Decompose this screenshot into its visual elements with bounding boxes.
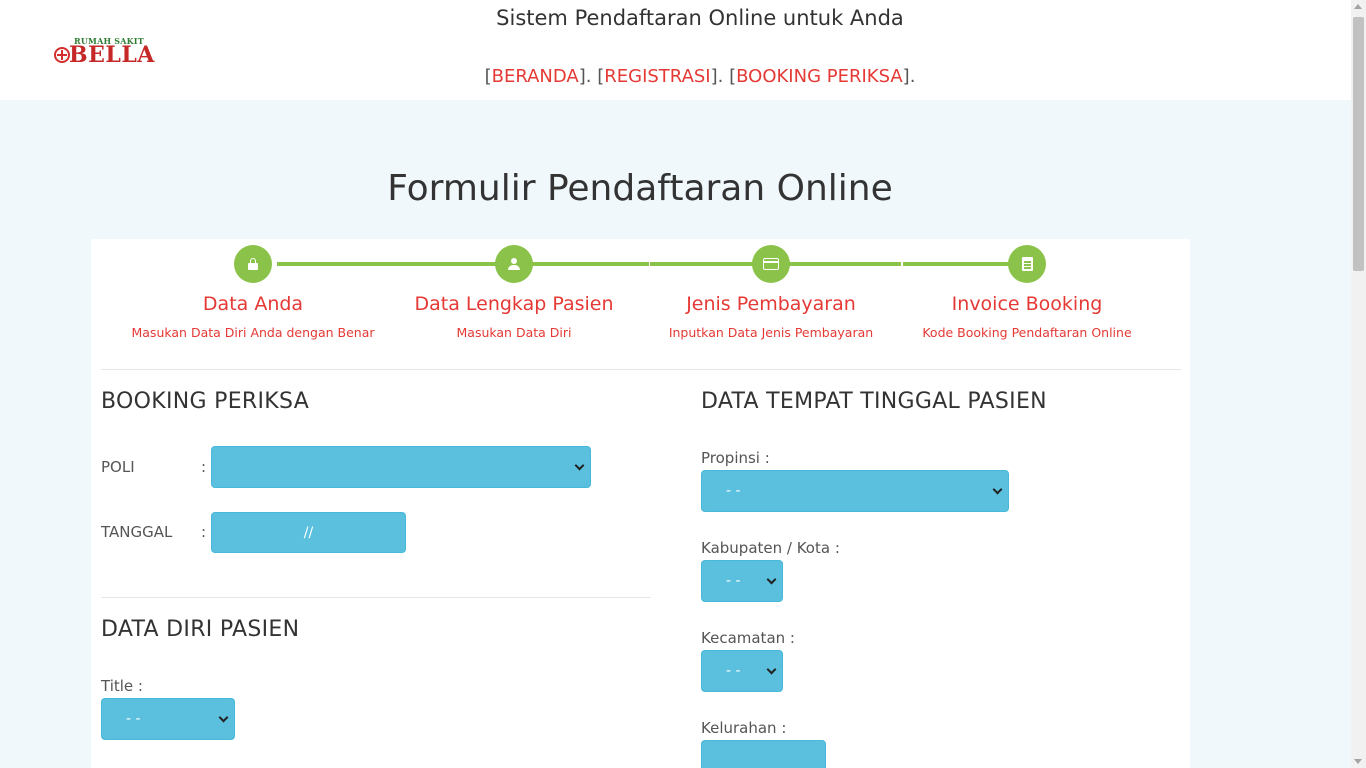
step-3-circle: [752, 245, 790, 283]
step-1-title: Data Anda: [202, 293, 304, 315]
step-2-subtitle: Masukan Data Diri: [456, 325, 572, 340]
step-data-anda[interactable]: Data Anda Masukan Data Diri Anda dengan …: [128, 245, 378, 340]
form-card: Data Anda Masukan Data Diri Anda dengan …: [91, 239, 1190, 768]
kecamatan-label: Kecamatan :: [701, 629, 795, 647]
document-icon: [1021, 257, 1033, 271]
step-2-title: Data Lengkap Pasien: [414, 293, 614, 315]
step-4-circle: [1008, 245, 1046, 283]
tanggal-date-input[interactable]: //: [211, 512, 406, 553]
title-label: Title :: [101, 677, 143, 695]
step-jenis-pembayaran[interactable]: Jenis Pembayaran Inputkan Data Jenis Pem…: [646, 245, 896, 340]
propinsi-label: Propinsi :: [701, 449, 770, 467]
title-select[interactable]: - -: [101, 698, 235, 740]
logo-big-text: BELLA: [69, 42, 155, 68]
scrollbar-thumb[interactable]: [1353, 17, 1364, 271]
site-title: Sistem Pendaftaran Online untuk Anda: [496, 6, 904, 30]
booking-divider: [101, 597, 651, 598]
scroll-down-arrow-icon[interactable]: [1354, 759, 1362, 764]
booking-periksa-title: BOOKING PERIKSA: [101, 389, 310, 414]
step-invoice-booking[interactable]: Invoice Booking Kode Booking Pendaftaran…: [902, 245, 1152, 340]
step-3-subtitle: Inputkan Data Jenis Pembayaran: [668, 325, 874, 340]
lock-icon: [248, 258, 258, 270]
nav-link-beranda[interactable]: BERANDA: [492, 66, 579, 87]
step-data-lengkap-pasien[interactable]: Data Lengkap Pasien Masukan Data Diri: [389, 245, 639, 340]
data-diri-pasien-title: DATA DIRI PASIEN: [101, 617, 300, 642]
poli-label: POLI: [101, 458, 135, 476]
page-scrollbar[interactable]: [1351, 0, 1366, 768]
step-3-title: Jenis Pembayaran: [686, 293, 856, 315]
tanggal-label: TANGGAL: [101, 523, 173, 541]
credit-card-icon: [763, 258, 779, 270]
chevron-down-icon: [766, 574, 777, 585]
scroll-up-arrow-icon[interactable]: [1354, 4, 1362, 9]
nav-link-booking-periksa[interactable]: BOOKING PERIKSA: [736, 66, 903, 87]
chevron-down-icon: [574, 460, 585, 471]
page-title: Formulir Pendaftaran Online: [387, 168, 893, 209]
step-4-subtitle: Kode Booking Pendaftaran Online: [922, 325, 1132, 340]
hospital-logo[interactable]: RUMAH SAKIT BELLA: [54, 36, 166, 68]
nav-link-registrasi[interactable]: REGISTRASI: [604, 66, 710, 87]
site-header: RUMAH SAKIT BELLA Sistem Pendaftaran Onl…: [0, 0, 1351, 100]
user-icon: [508, 258, 520, 270]
top-nav: [BERANDA]. [REGISTRASI]. [BOOKING PERIKS…: [484, 66, 916, 87]
steps-divider: [101, 369, 1181, 370]
kabupaten-select-value: - -: [726, 573, 741, 589]
chevron-down-icon: [766, 664, 777, 675]
propinsi-select-value: - -: [726, 483, 741, 499]
kabupaten-select[interactable]: - -: [701, 560, 783, 602]
kabupaten-label: Kabupaten / Kota :: [701, 539, 840, 557]
poli-colon: :: [201, 458, 207, 476]
kecamatan-select-value: - -: [726, 663, 741, 679]
step-4-title: Invoice Booking: [951, 293, 1103, 315]
chevron-down-icon: [992, 484, 1003, 495]
kecamatan-select[interactable]: - -: [701, 650, 783, 692]
chevron-down-icon: [218, 712, 229, 723]
data-tempat-tinggal-title: DATA TEMPAT TINGGAL PASIEN: [701, 389, 1047, 414]
poli-select[interactable]: [211, 446, 591, 488]
kelurahan-label: Kelurahan :: [701, 719, 787, 737]
tanggal-colon: :: [201, 523, 207, 541]
red-cross-icon: [54, 47, 70, 63]
kelurahan-select[interactable]: [701, 740, 826, 768]
step-1-subtitle: Masukan Data Diri Anda dengan Benar: [131, 325, 375, 340]
step-1-circle: [234, 245, 272, 283]
step-2-circle: [495, 245, 533, 283]
title-select-value: - -: [126, 711, 141, 727]
propinsi-select[interactable]: - -: [701, 470, 1009, 512]
tanggal-date-value: //: [303, 524, 314, 541]
